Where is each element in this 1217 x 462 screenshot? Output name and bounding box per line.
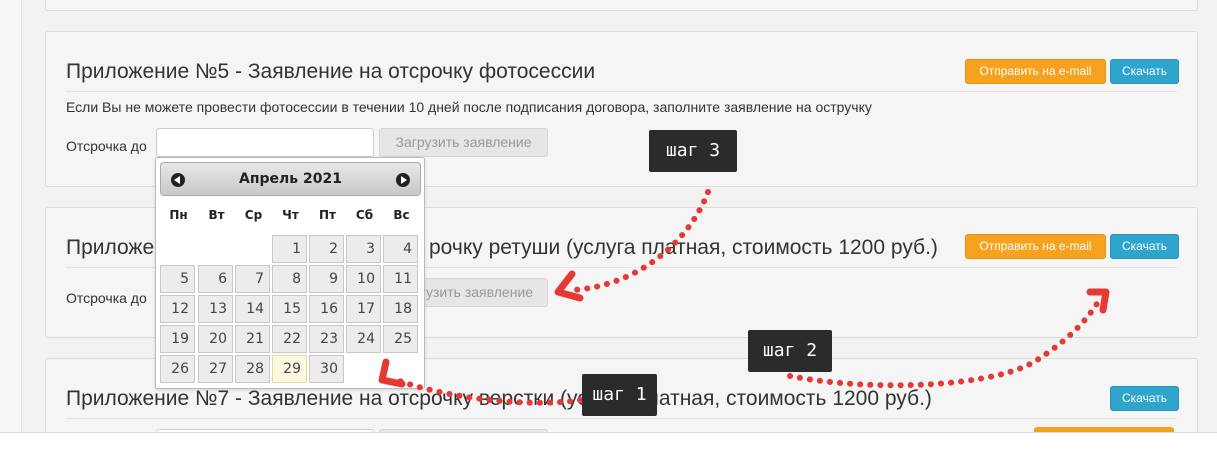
step-2-callout: шаг 2 (748, 330, 832, 372)
arrow-step2 (787, 299, 1101, 389)
arrowhead-step3 (554, 270, 584, 302)
arrowhead-step1 (378, 358, 406, 388)
arrowhead-step2 (1086, 288, 1110, 314)
step-1-callout: шаг 1 (582, 374, 657, 416)
arrow-step1 (389, 375, 593, 406)
arrow-step3 (571, 189, 711, 293)
step-3-callout: шаг 3 (649, 130, 737, 172)
page: Приложение №5 - Заявление на отсрочку фо… (0, 0, 1217, 462)
